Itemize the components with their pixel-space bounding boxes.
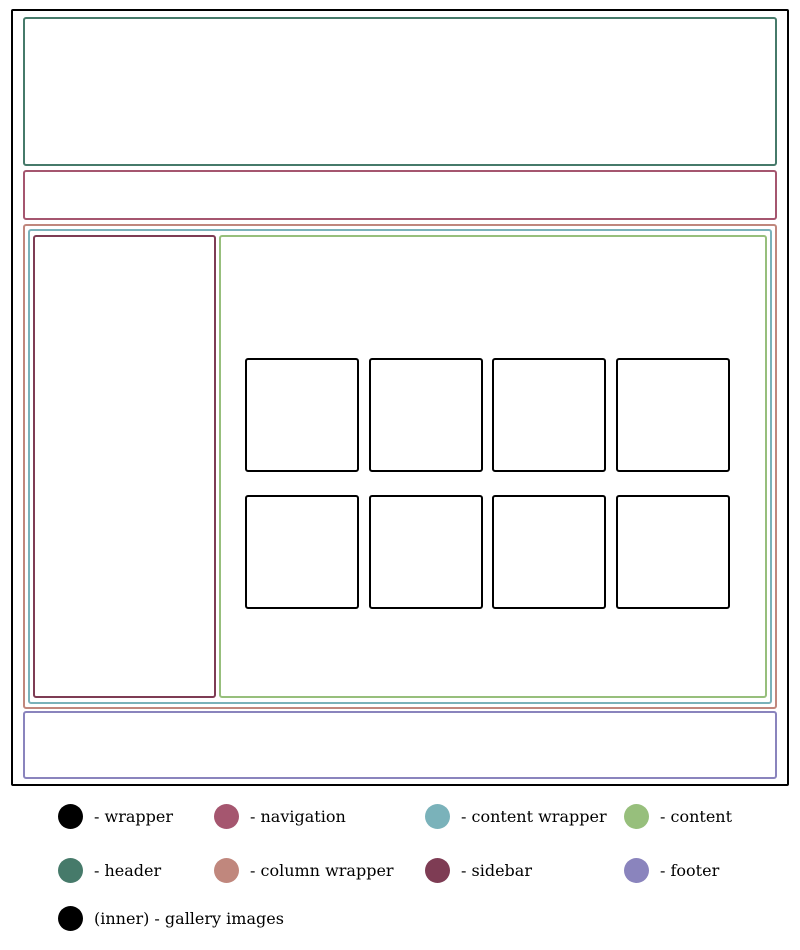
legend-label-sidebar: - sidebar (461, 860, 532, 880)
legend-swatch-gallery-images (58, 905, 83, 931)
legend-item-content: - content (624, 803, 732, 829)
gallery-image (616, 358, 730, 472)
legend-label-gallery-images: (inner) - gallery images (94, 908, 284, 928)
legend-item-sidebar: - sidebar (425, 857, 532, 883)
legend-swatch-content (624, 803, 649, 829)
legend-item-column-wrapper: - column wrapper (214, 857, 394, 883)
legend-swatch-sidebar (425, 857, 450, 883)
navigation-box (23, 170, 777, 220)
legend-swatch-content-wrapper (425, 803, 450, 829)
legend-swatch-wrapper (58, 803, 83, 829)
legend-item-navigation: - navigation (214, 803, 346, 829)
gallery-image (369, 358, 483, 472)
legend-label-wrapper: - wrapper (94, 806, 173, 826)
legend-item-header: - header (58, 857, 161, 883)
legend-label-content-wrapper: - content wrapper (461, 806, 607, 826)
gallery-image (616, 495, 730, 609)
legend-item-footer: - footer (624, 857, 719, 883)
sidebar-box (33, 235, 216, 698)
footer-box (23, 711, 777, 779)
legend-label-column-wrapper: - column wrapper (250, 860, 394, 880)
legend-label-content: - content (660, 806, 733, 826)
legend-label-header: - header (94, 860, 162, 880)
gallery-image (245, 358, 359, 472)
legend-swatch-header (58, 857, 83, 883)
legend-swatch-footer (624, 857, 649, 883)
legend-swatch-navigation (214, 803, 239, 829)
legend-label-footer: - footer (660, 860, 720, 880)
legend-label-navigation: - navigation (250, 806, 346, 826)
gallery-image (369, 495, 483, 609)
gallery-image (245, 495, 359, 609)
legend-item-gallery-images: (inner) - gallery images (58, 905, 284, 931)
gallery-image (492, 358, 606, 472)
legend-swatch-column-wrapper (214, 857, 239, 883)
header-box (23, 17, 777, 166)
legend-item-content-wrapper: - content wrapper (425, 803, 607, 829)
gallery-image (492, 495, 606, 609)
legend-item-wrapper: - wrapper (58, 803, 173, 829)
